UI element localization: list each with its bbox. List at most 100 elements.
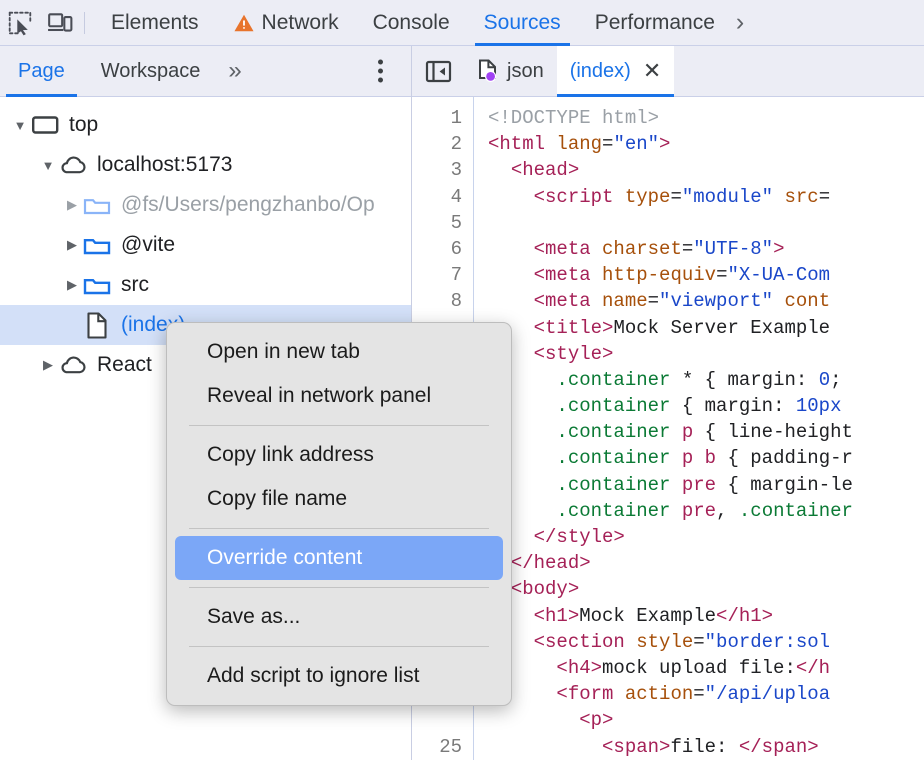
navigator-tab-page[interactable]: Page (0, 46, 83, 97)
code-token: .container (556, 421, 670, 443)
twisty-expanded-icon[interactable] (38, 158, 58, 173)
code-token: > (773, 238, 784, 260)
inspect-element-icon[interactable] (0, 1, 40, 45)
code-token: Mock Example (579, 605, 716, 627)
line-number: 7 (412, 262, 462, 288)
code-token: = (648, 290, 659, 312)
code-token: "viewport" (659, 290, 773, 312)
file-context-menu[interactable]: Open in new tabReveal in network panel Co… (166, 322, 512, 706)
document-icon (82, 312, 112, 339)
tree-item-src[interactable]: src (0, 265, 411, 305)
code-token: mock upload file: (602, 657, 796, 679)
code-token (488, 238, 534, 260)
code-token (670, 474, 681, 496)
context-menu-item[interactable]: Add script to ignore list (175, 654, 503, 698)
code-token: </h1> (716, 605, 773, 627)
editor-tab-index[interactable]: (index) ✕ (557, 46, 675, 97)
navigator-options-button[interactable] (378, 60, 383, 83)
code-line: <h1>Mock Example</h1> (488, 603, 924, 629)
tree-item-top[interactable]: top (0, 105, 411, 145)
code-line: <title>Mock Server Example (488, 315, 924, 341)
code-line: .container p b { padding-r (488, 445, 924, 471)
tab-console[interactable]: Console (356, 0, 467, 46)
twisty-collapsed-icon[interactable] (38, 357, 58, 373)
device-toolbar-glyph (47, 10, 73, 36)
tree-item-vite[interactable]: @vite (0, 225, 411, 265)
context-menu-item[interactable]: Open in new tab (175, 330, 503, 374)
code-token: = (670, 186, 681, 208)
code-token: <script (534, 186, 625, 208)
tab-elements[interactable]: Elements (94, 0, 216, 46)
context-menu-item[interactable]: Copy file name (175, 477, 503, 521)
context-menu-item[interactable]: Override content (175, 536, 503, 580)
twisty-collapsed-icon[interactable] (62, 197, 82, 213)
code-token: { margin: (670, 395, 795, 417)
line-number: 25 (412, 734, 462, 760)
navigator-tab-workspace-label: Workspace (101, 60, 201, 83)
code-line: <form action="/api/uploa (488, 681, 924, 707)
kebab-dot (378, 69, 383, 74)
code-line: <body> (488, 576, 924, 602)
line-number: 4 (412, 184, 462, 210)
twisty-collapsed-icon[interactable] (62, 237, 82, 253)
editor-tab-json[interactable]: json (464, 46, 557, 97)
tree-item-label: top (60, 113, 98, 137)
code-token (488, 186, 534, 208)
line-number: 1 (412, 105, 462, 131)
twisty-collapsed-icon[interactable] (62, 277, 82, 293)
context-menu-separator (189, 528, 489, 529)
code-token: <html (488, 133, 556, 155)
code-token: "en" (613, 133, 659, 155)
document-override-icon (477, 59, 499, 84)
tab-sources[interactable]: Sources (467, 0, 578, 46)
tab-network-label: Network (262, 11, 339, 35)
code-token (670, 447, 681, 469)
context-menu-item[interactable]: Reveal in network panel (175, 374, 503, 418)
code-token: <meta (534, 238, 602, 260)
context-menu-item[interactable]: Save as... (175, 595, 503, 639)
code-token: * { margin: (670, 369, 818, 391)
tab-network[interactable]: Network (216, 0, 356, 46)
twisty-expanded-icon[interactable] (10, 118, 30, 133)
code-token: </style> (534, 526, 625, 548)
editor-tab-json-label: json (507, 60, 544, 83)
code-token: type (625, 186, 671, 208)
editor-tab-index-label: (index) (570, 60, 631, 83)
code-line: <!DOCTYPE html> (488, 105, 924, 131)
close-icon[interactable]: ✕ (643, 60, 661, 82)
code-token: ; (830, 369, 841, 391)
code-line: <h4>mock upload file:</h (488, 655, 924, 681)
cursor-arrow-glyph (17, 19, 28, 35)
context-menu-item[interactable]: Copy link address (175, 433, 503, 477)
navigator-tab-workspace[interactable]: Workspace (83, 46, 219, 97)
tab-performance[interactable]: Performance (578, 0, 732, 46)
code-token: </span> (739, 736, 819, 758)
code-token: .container (556, 395, 670, 417)
code-token (488, 736, 602, 758)
code-line: <script type="module" src= (488, 184, 924, 210)
code-line: <style> (488, 341, 924, 367)
code-token: , (716, 500, 739, 522)
tree-item-localhost[interactable]: localhost:5173 (0, 145, 411, 185)
code-token: action (625, 683, 693, 705)
code-line: .container pre, .container (488, 498, 924, 524)
code-line: .container * { margin: 0; (488, 367, 924, 393)
code-token: .container (556, 369, 670, 391)
navigator-more-tabs-icon[interactable]: » (218, 59, 251, 83)
editor-tab-bar: json (index) ✕ (412, 46, 924, 97)
code-content[interactable]: <!DOCTYPE html><html lang="en"> <head> <… (475, 97, 924, 760)
code-token: <head> (511, 159, 579, 181)
code-token: </h (796, 657, 830, 679)
code-token (670, 500, 681, 522)
code-line: <meta name="viewport" cont (488, 288, 924, 314)
code-token: <body> (511, 578, 579, 600)
code-token: src (784, 186, 818, 208)
device-toolbar-icon[interactable] (40, 1, 80, 45)
tree-item-fs-users[interactable]: @fs/Users/pengzhanbo/Op (0, 185, 411, 225)
toggle-navigator-sidebar-button[interactable] (412, 59, 464, 84)
kebab-dot (378, 78, 383, 83)
code-token: <h1> (534, 605, 580, 627)
code-line: <span>file: </span> (488, 734, 924, 760)
tree-item-label: src (112, 273, 149, 297)
more-panels-chevron-icon[interactable]: › (732, 10, 744, 35)
